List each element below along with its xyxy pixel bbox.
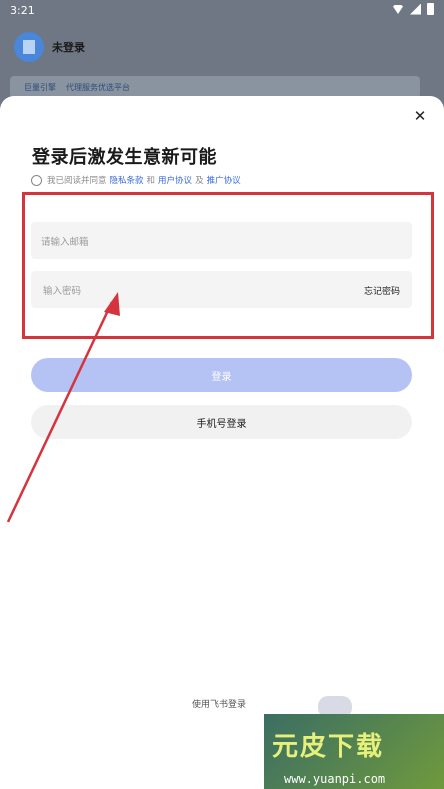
feishu-login-link[interactable]: 使用飞书登录 xyxy=(192,697,246,710)
phone-login-button[interactable]: 手机号登录 xyxy=(31,405,412,439)
privacy-link[interactable]: 隐私条款 xyxy=(110,174,144,186)
login-status-label: 未登录 xyxy=(52,41,85,54)
login-button-label: 登录 xyxy=(211,371,232,383)
status-bar: 3:21 xyxy=(0,0,444,22)
agreement-row: 我已阅读并同意 隐私条款 和 用户协议 及 推广协议 xyxy=(31,174,244,186)
status-icons xyxy=(392,3,434,15)
watermark: 元皮下载 www.yuanpi.com xyxy=(264,714,444,789)
watermark-title: 元皮下载 xyxy=(272,732,385,762)
phone-login-label: 手机号登录 xyxy=(196,418,247,430)
user-agreement-link[interactable]: 用户协议 xyxy=(158,174,192,186)
agreement-and-1: 和 xyxy=(146,176,156,186)
background-banner: 巨量引擎 代理服务优选平台 xyxy=(10,76,420,98)
login-button[interactable]: 登录 xyxy=(31,358,412,392)
watermark-url: www.yuanpi.com xyxy=(284,772,386,786)
agreement-and-2: 及 xyxy=(195,176,204,186)
banner-brand-2: 代理服务优选平台 xyxy=(66,82,130,92)
annotation-highlight-box xyxy=(22,192,434,339)
avatar xyxy=(14,32,44,62)
wifi-icon xyxy=(392,5,404,14)
status-time: 3:21 xyxy=(10,4,35,17)
login-sheet: ✕ 登录后激发生意新可能 我已阅读并同意 隐私条款 和 用户协议 及 推广协议 … xyxy=(0,96,444,789)
agreement-radio[interactable] xyxy=(31,174,42,186)
agreement-prefix: 我已阅读并同意 xyxy=(47,176,107,186)
close-icon: ✕ xyxy=(413,107,427,125)
page-title: 登录后激发生意新可能 xyxy=(32,147,217,168)
background-header: 未登录 xyxy=(14,32,85,62)
promo-agreement-link[interactable]: 推广协议 xyxy=(207,174,241,186)
signal-icon xyxy=(410,3,421,15)
battery-icon xyxy=(427,3,434,15)
banner-brand-1: 巨量引擎 xyxy=(24,82,56,92)
close-button[interactable]: ✕ xyxy=(410,106,430,126)
